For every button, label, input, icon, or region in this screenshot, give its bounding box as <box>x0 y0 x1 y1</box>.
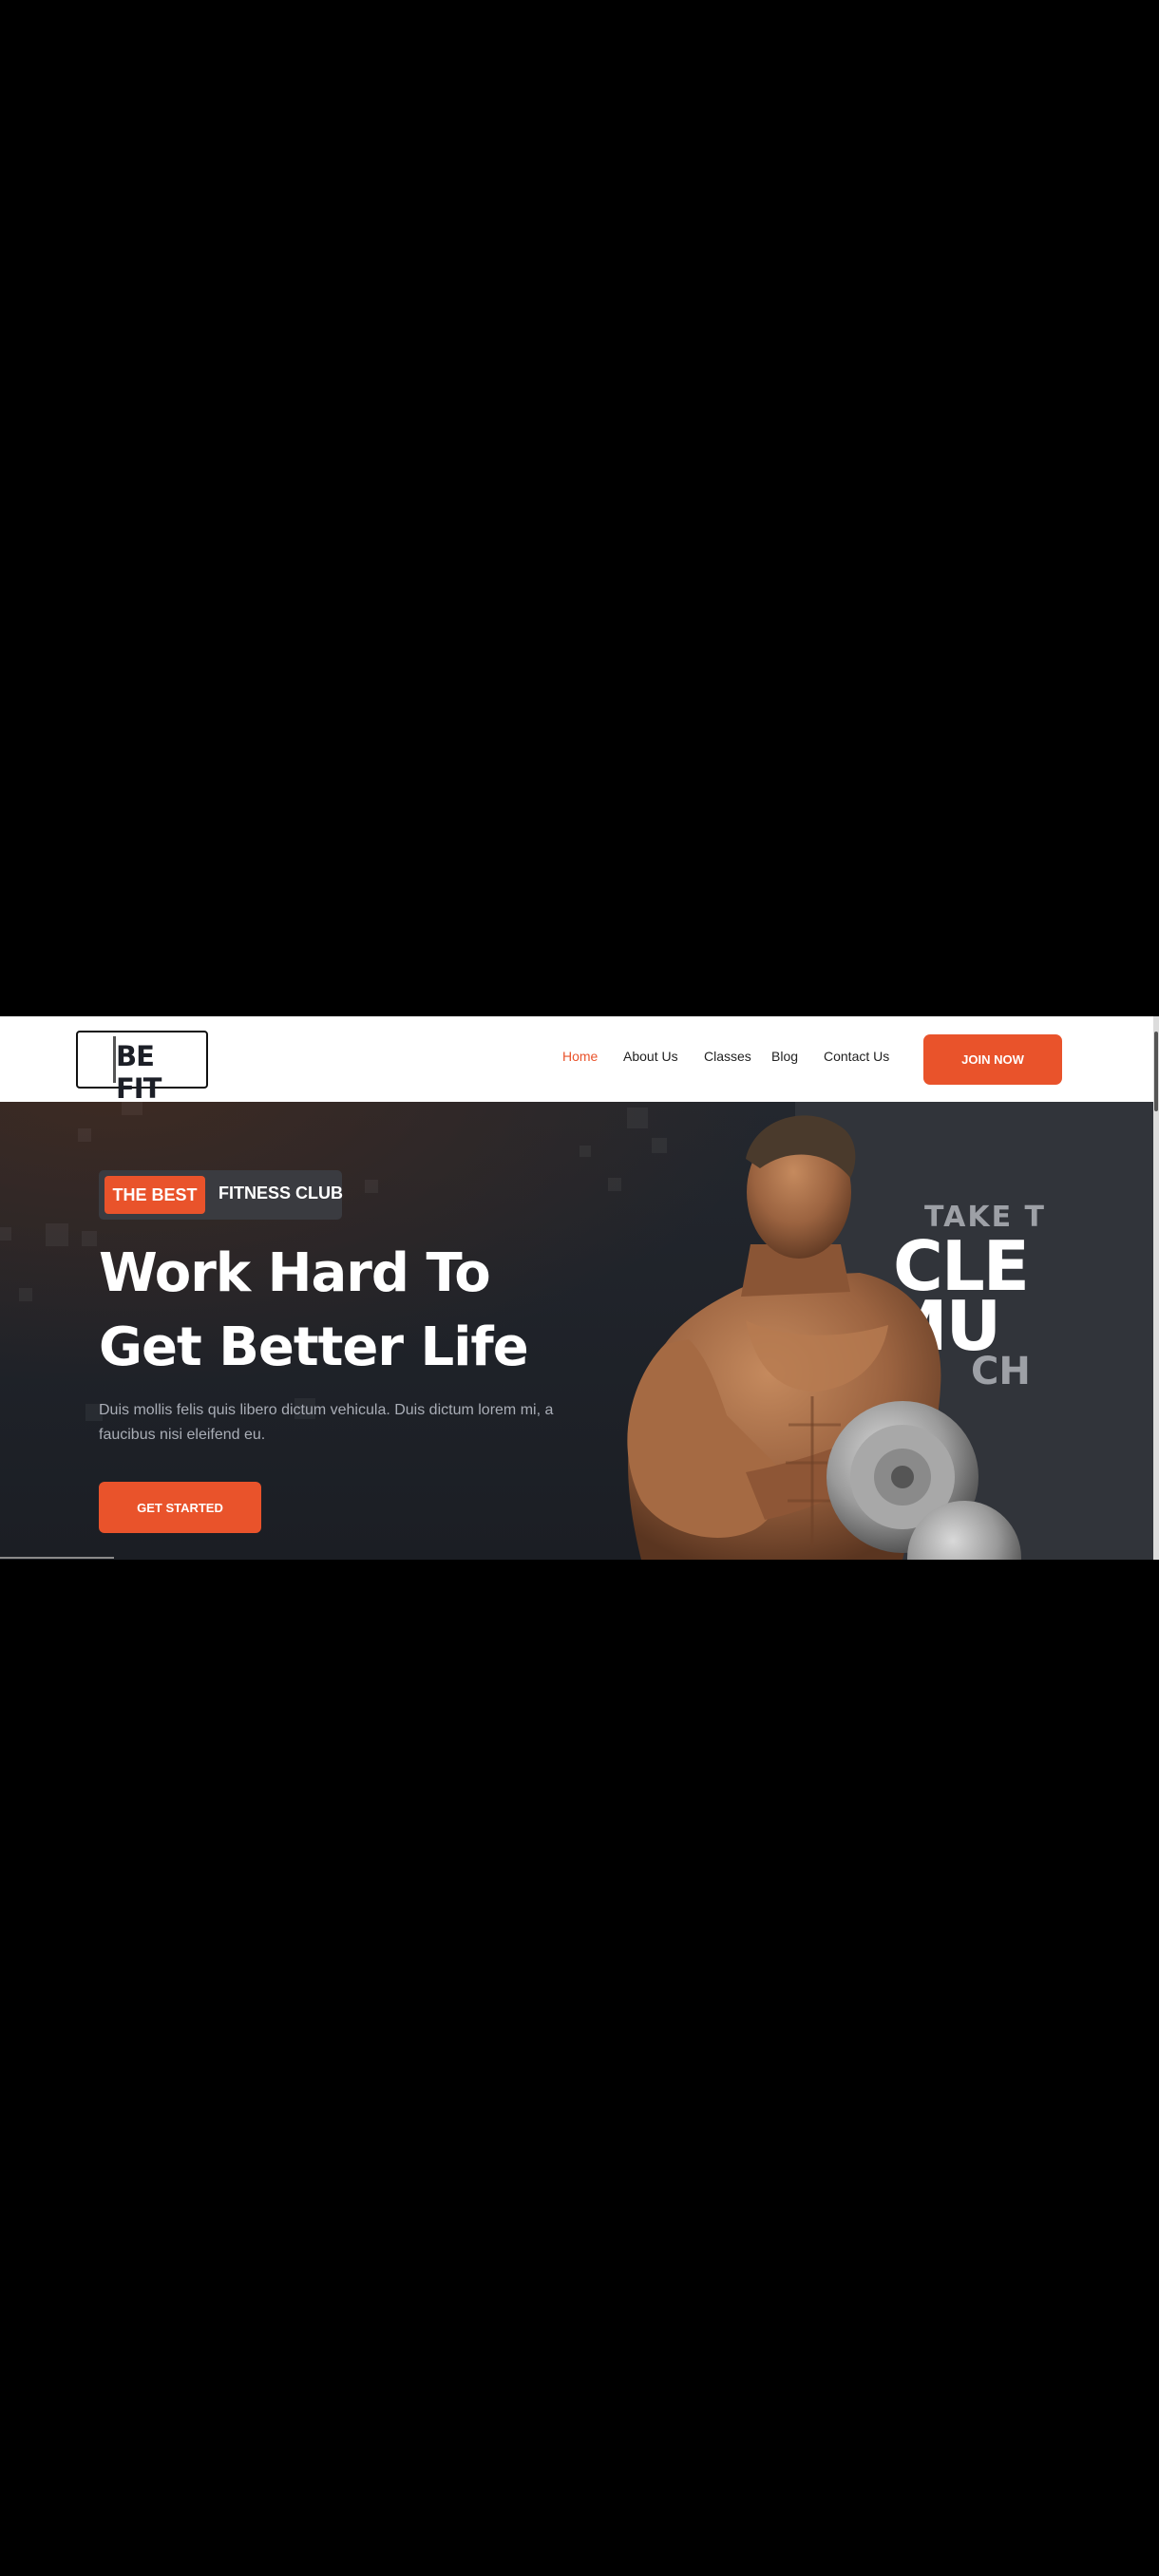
hero-section: TAKE T CLE MU CH THE BEST FITNESS CLUB W… <box>0 1102 1153 1560</box>
decor-square <box>19 1288 32 1301</box>
hero-headline: Work Hard To Get Better Life <box>99 1237 529 1385</box>
decor-square <box>365 1180 378 1193</box>
decor-square <box>82 1231 97 1246</box>
decor-square <box>122 1102 142 1115</box>
nav-blog[interactable]: Blog <box>771 1049 798 1064</box>
site-header: BE FIT Home About Us Classes Blog Contac… <box>0 1016 1153 1105</box>
badge-highlight: THE BEST <box>104 1176 205 1214</box>
athlete-image <box>627 1115 1021 1560</box>
hero-description: Duis mollis felis quis libero dictum veh… <box>99 1402 554 1443</box>
scrollbar-thumb[interactable] <box>1154 1032 1158 1111</box>
page-scrollbar[interactable] <box>1153 1016 1159 1560</box>
nav-contact-us[interactable]: Contact Us <box>824 1049 889 1064</box>
nav-home[interactable]: Home <box>562 1049 598 1064</box>
logo-text: BE FIT <box>116 1040 162 1105</box>
website-viewport: BE FIT Home About Us Classes Blog Contac… <box>0 1016 1159 1560</box>
headline-line-2: Get Better Life <box>99 1316 529 1378</box>
badge-text: FITNESS CLUB <box>218 1184 344 1203</box>
join-now-button[interactable]: JOIN NOW <box>923 1034 1062 1085</box>
nav-about-us[interactable]: About Us <box>623 1049 678 1064</box>
get-started-button[interactable]: GET STARTED <box>99 1482 261 1533</box>
decor-square <box>78 1128 91 1142</box>
hero-badge: THE BEST FITNESS CLUB <box>99 1170 344 1220</box>
logo[interactable]: BE FIT <box>76 1031 208 1105</box>
nav-classes[interactable]: Classes <box>704 1049 751 1064</box>
decor-square <box>0 1227 11 1241</box>
headline-line-1: Work Hard To <box>99 1242 491 1304</box>
decor-square <box>46 1223 68 1246</box>
hero-divider-line <box>0 1557 114 1559</box>
